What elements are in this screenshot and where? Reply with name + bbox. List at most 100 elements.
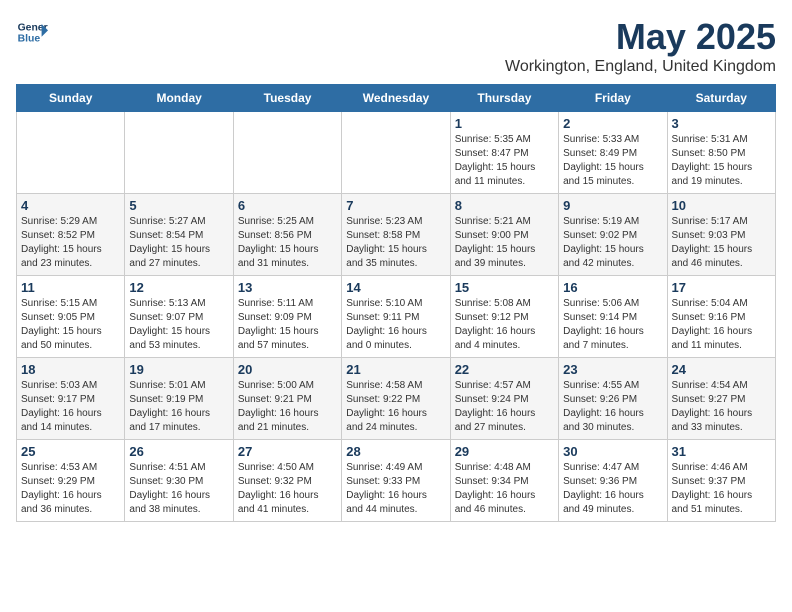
day-info: Sunrise: 4:51 AM Sunset: 9:30 PM Dayligh… <box>129 461 228 517</box>
day-info: Sunrise: 4:46 AM Sunset: 9:37 PM Dayligh… <box>672 461 771 517</box>
day-info: Sunrise: 4:50 AM Sunset: 9:32 PM Dayligh… <box>238 461 337 517</box>
day-info: Sunrise: 5:10 AM Sunset: 9:11 PM Dayligh… <box>346 297 445 353</box>
calendar-cell <box>342 112 450 194</box>
subtitle: Workington, England, United Kingdom <box>505 58 776 76</box>
day-info: Sunrise: 5:17 AM Sunset: 9:03 PM Dayligh… <box>672 215 771 271</box>
day-info: Sunrise: 5:29 AM Sunset: 8:52 PM Dayligh… <box>21 215 120 271</box>
day-info: Sunrise: 5:06 AM Sunset: 9:14 PM Dayligh… <box>563 297 662 353</box>
day-info: Sunrise: 5:27 AM Sunset: 8:54 PM Dayligh… <box>129 215 228 271</box>
day-number: 19 <box>129 362 228 377</box>
day-number: 29 <box>455 444 554 459</box>
day-info: Sunrise: 4:55 AM Sunset: 9:26 PM Dayligh… <box>563 379 662 435</box>
day-number: 20 <box>238 362 337 377</box>
weekday-header: Thursday <box>450 85 558 112</box>
calendar-cell: 26 Sunrise: 4:51 AM Sunset: 9:30 PM Dayli… <box>125 440 233 522</box>
weekday-header: Wednesday <box>342 85 450 112</box>
day-number: 10 <box>672 198 771 213</box>
day-number: 13 <box>238 280 337 295</box>
day-info: Sunrise: 4:58 AM Sunset: 9:22 PM Dayligh… <box>346 379 445 435</box>
weekday-header: Sunday <box>17 85 125 112</box>
calendar-cell: 24 Sunrise: 4:54 AM Sunset: 9:27 PM Dayli… <box>667 358 775 440</box>
day-number: 9 <box>563 198 662 213</box>
calendar-cell <box>125 112 233 194</box>
calendar-cell: 29 Sunrise: 4:48 AM Sunset: 9:34 PM Dayli… <box>450 440 558 522</box>
calendar-cell: 19 Sunrise: 5:01 AM Sunset: 9:19 PM Dayli… <box>125 358 233 440</box>
day-info: Sunrise: 4:54 AM Sunset: 9:27 PM Dayligh… <box>672 379 771 435</box>
day-info: Sunrise: 5:01 AM Sunset: 9:19 PM Dayligh… <box>129 379 228 435</box>
day-number: 27 <box>238 444 337 459</box>
calendar-cell: 30 Sunrise: 4:47 AM Sunset: 9:36 PM Dayli… <box>559 440 667 522</box>
day-info: Sunrise: 4:47 AM Sunset: 9:36 PM Dayligh… <box>563 461 662 517</box>
day-number: 12 <box>129 280 228 295</box>
weekday-header: Friday <box>559 85 667 112</box>
calendar-week-row: 25Sunrise: 4:53 AM Sunset: 9:29 PM Dayli… <box>17 440 776 522</box>
svg-text:Blue: Blue <box>18 34 41 45</box>
day-number: 15 <box>455 280 554 295</box>
day-info: Sunrise: 5:13 AM Sunset: 9:07 PM Dayligh… <box>129 297 228 353</box>
weekday-header: Monday <box>125 85 233 112</box>
calendar-cell <box>233 112 341 194</box>
day-number: 24 <box>672 362 771 377</box>
day-number: 18 <box>21 362 120 377</box>
day-number: 26 <box>129 444 228 459</box>
day-number: 11 <box>21 280 120 295</box>
calendar-cell: 7 Sunrise: 5:23 AM Sunset: 8:58 PM Daylig… <box>342 194 450 276</box>
day-number: 23 <box>563 362 662 377</box>
calendar-cell: 2Sunrise: 5:33 AM Sunset: 8:49 PM Daylig… <box>559 112 667 194</box>
day-number: 22 <box>455 362 554 377</box>
day-info: Sunrise: 5:04 AM Sunset: 9:16 PM Dayligh… <box>672 297 771 353</box>
calendar-week-row: 11 Sunrise: 5:15 AM Sunset: 9:05 PM Dayli… <box>17 276 776 358</box>
weekday-header-row: SundayMondayTuesdayWednesdayThursdayFrid… <box>17 85 776 112</box>
calendar-cell: 14Sunrise: 5:10 AM Sunset: 9:11 PM Dayli… <box>342 276 450 358</box>
calendar-cell: 21 Sunrise: 4:58 AM Sunset: 9:22 PM Dayli… <box>342 358 450 440</box>
calendar-cell: 8Sunrise: 5:21 AM Sunset: 9:00 PM Daylig… <box>450 194 558 276</box>
day-info: Sunrise: 5:19 AM Sunset: 9:02 PM Dayligh… <box>563 215 662 271</box>
calendar-cell: 28Sunrise: 4:49 AM Sunset: 9:33 PM Dayli… <box>342 440 450 522</box>
day-number: 6 <box>238 198 337 213</box>
logo-icon: General Blue <box>16 16 48 48</box>
calendar-cell: 12 Sunrise: 5:13 AM Sunset: 9:07 PM Dayli… <box>125 276 233 358</box>
calendar-cell: 3 Sunrise: 5:31 AM Sunset: 8:50 PM Daylig… <box>667 112 775 194</box>
day-info: Sunrise: 5:15 AM Sunset: 9:05 PM Dayligh… <box>21 297 120 353</box>
day-number: 16 <box>563 280 662 295</box>
calendar-cell: 11 Sunrise: 5:15 AM Sunset: 9:05 PM Dayli… <box>17 276 125 358</box>
day-number: 5 <box>129 198 228 213</box>
day-info: Sunrise: 5:25 AM Sunset: 8:56 PM Dayligh… <box>238 215 337 271</box>
day-number: 31 <box>672 444 771 459</box>
day-info: Sunrise: 4:48 AM Sunset: 9:34 PM Dayligh… <box>455 461 554 517</box>
logo: General Blue <box>16 16 48 48</box>
calendar-cell <box>17 112 125 194</box>
calendar-cell: 25Sunrise: 4:53 AM Sunset: 9:29 PM Dayli… <box>17 440 125 522</box>
day-info: Sunrise: 5:35 AM Sunset: 8:47 PM Dayligh… <box>455 133 554 189</box>
header: General Blue May 2025 Workington, Englan… <box>16 16 776 76</box>
day-number: 2 <box>563 116 662 131</box>
calendar-cell: 6 Sunrise: 5:25 AM Sunset: 8:56 PM Daylig… <box>233 194 341 276</box>
day-info: Sunrise: 5:08 AM Sunset: 9:12 PM Dayligh… <box>455 297 554 353</box>
day-number: 30 <box>563 444 662 459</box>
calendar-week-row: 4Sunrise: 5:29 AM Sunset: 8:52 PM Daylig… <box>17 194 776 276</box>
calendar-cell: 31 Sunrise: 4:46 AM Sunset: 9:37 PM Dayli… <box>667 440 775 522</box>
day-info: Sunrise: 5:23 AM Sunset: 8:58 PM Dayligh… <box>346 215 445 271</box>
calendar-cell: 4Sunrise: 5:29 AM Sunset: 8:52 PM Daylig… <box>17 194 125 276</box>
day-info: Sunrise: 5:31 AM Sunset: 8:50 PM Dayligh… <box>672 133 771 189</box>
day-info: Sunrise: 4:57 AM Sunset: 9:24 PM Dayligh… <box>455 379 554 435</box>
day-info: Sunrise: 5:21 AM Sunset: 9:00 PM Dayligh… <box>455 215 554 271</box>
calendar-cell: 23 Sunrise: 4:55 AM Sunset: 9:26 PM Dayli… <box>559 358 667 440</box>
day-number: 3 <box>672 116 771 131</box>
month-title: May 2025 <box>505 16 776 58</box>
weekday-header: Saturday <box>667 85 775 112</box>
day-number: 21 <box>346 362 445 377</box>
weekday-header: Tuesday <box>233 85 341 112</box>
day-number: 1 <box>455 116 554 131</box>
calendar-cell: 18Sunrise: 5:03 AM Sunset: 9:17 PM Dayli… <box>17 358 125 440</box>
title-block: May 2025 Workington, England, United Kin… <box>505 16 776 76</box>
day-info: Sunrise: 5:00 AM Sunset: 9:21 PM Dayligh… <box>238 379 337 435</box>
day-info: Sunrise: 4:49 AM Sunset: 9:33 PM Dayligh… <box>346 461 445 517</box>
calendar-cell: 10 Sunrise: 5:17 AM Sunset: 9:03 PM Dayli… <box>667 194 775 276</box>
day-number: 7 <box>346 198 445 213</box>
calendar-cell: 20 Sunrise: 5:00 AM Sunset: 9:21 PM Dayli… <box>233 358 341 440</box>
calendar-week-row: 1 Sunrise: 5:35 AM Sunset: 8:47 PM Daylig… <box>17 112 776 194</box>
calendar-cell: 1 Sunrise: 5:35 AM Sunset: 8:47 PM Daylig… <box>450 112 558 194</box>
calendar-cell: 5 Sunrise: 5:27 AM Sunset: 8:54 PM Daylig… <box>125 194 233 276</box>
calendar-cell: 13Sunrise: 5:11 AM Sunset: 9:09 PM Dayli… <box>233 276 341 358</box>
